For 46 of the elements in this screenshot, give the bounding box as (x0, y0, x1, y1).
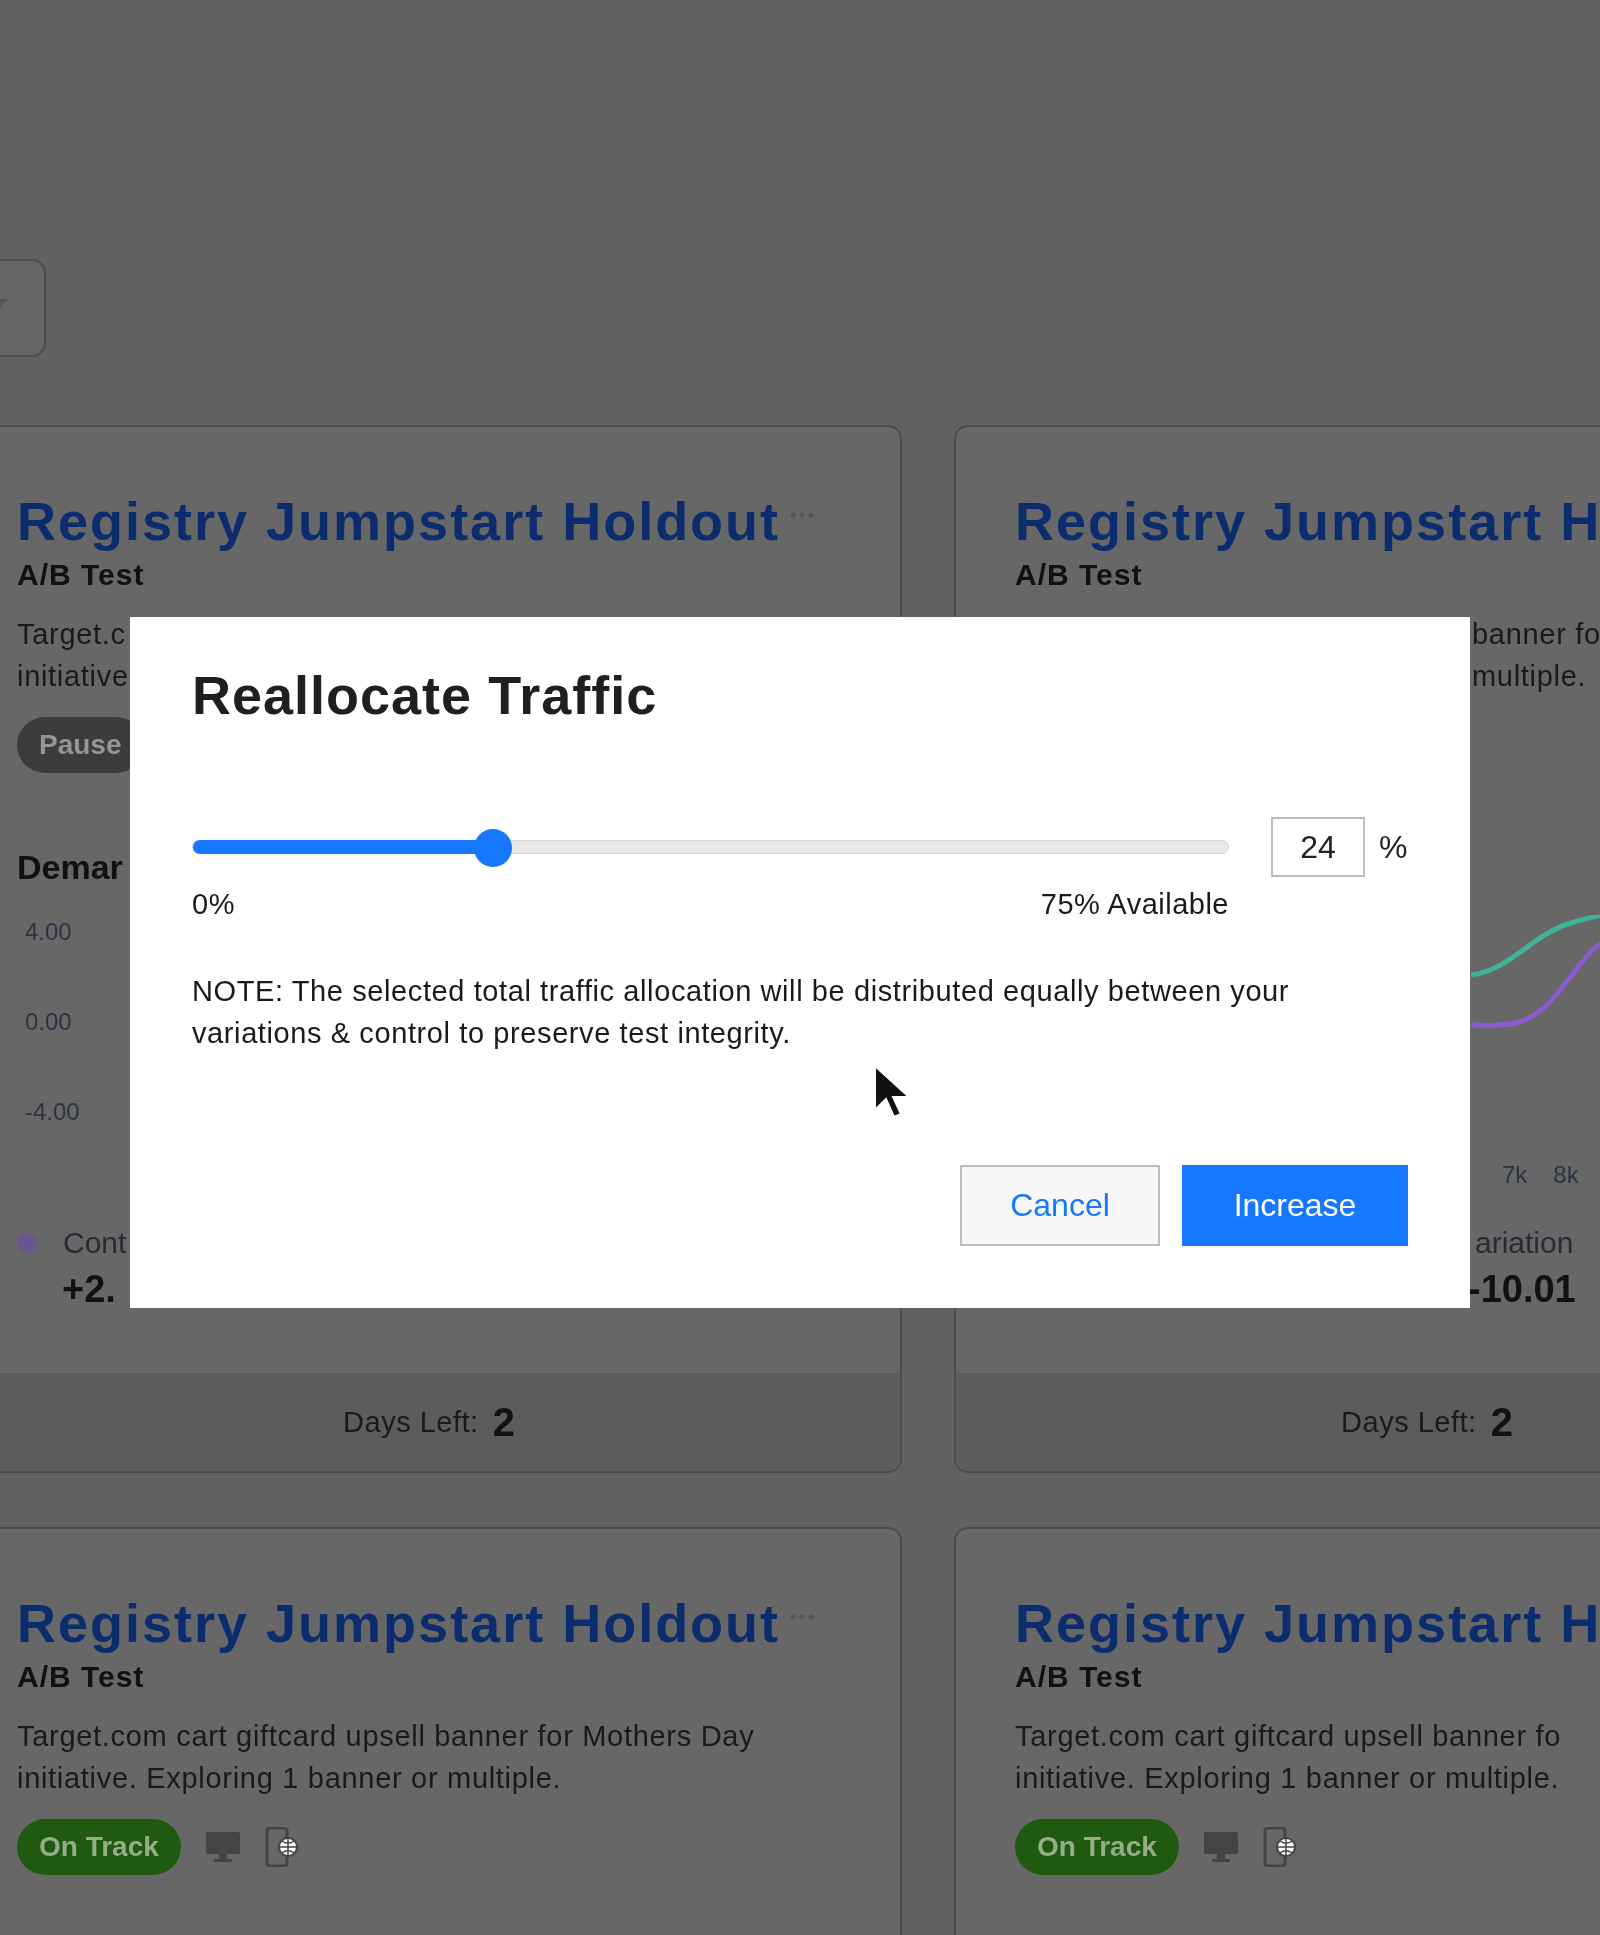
section-heading: Demar (17, 847, 123, 887)
desktop-icon (1202, 1831, 1239, 1863)
card-description: initiative (17, 659, 129, 694)
slider-thumb[interactable] (474, 829, 513, 867)
status-pill: On Track (17, 1819, 181, 1875)
note-text: NOTE: The selected total traffic allocation will be distributed equally between your variations & control to preserve test integrity. (192, 974, 1291, 1051)
days-left-value: 2 (492, 1399, 515, 1445)
metric-value: +2. (61, 1268, 117, 1312)
card-description: initiative. Exploring 1 banner or multiple. (17, 1761, 562, 1796)
legend-label: ariation (1475, 1226, 1574, 1260)
slider-track[interactable] (192, 828, 1229, 866)
card-description: banner fo (1472, 617, 1600, 652)
card-description: Target.com cart giftcard upsell banner for Mothers Day (17, 1719, 755, 1754)
y-axis-label: 4.00 (25, 917, 73, 947)
card-description: initiative. Exploring 1 banner or multiple. (1015, 1761, 1560, 1796)
card-title[interactable]: Registry Jumpstart Holdout (17, 1594, 781, 1652)
mobile-globe-icon (1262, 1827, 1297, 1867)
desktop-icon (204, 1831, 241, 1863)
status-pill: On Track (1015, 1819, 1179, 1875)
card-description: Target.com cart giftcard upsell banner fo (1015, 1719, 1562, 1754)
percent-input[interactable]: 24 (1271, 817, 1365, 877)
mobile-globe-icon (264, 1827, 299, 1867)
card-title[interactable]: Registry Jumpstart H (1015, 492, 1600, 550)
test-type: A/B Test (17, 1659, 146, 1695)
days-left-value: 2 (1490, 1399, 1513, 1445)
test-type: A/B Test (1015, 1659, 1144, 1695)
percent-unit: % (1379, 828, 1408, 866)
x-axis-label: 7k (1502, 1161, 1528, 1189)
increase-button[interactable]: Increase (1182, 1165, 1408, 1246)
card-title[interactable]: Registry Jumpstart H (1015, 1594, 1600, 1652)
days-left-label: Days Left: (343, 1405, 479, 1439)
y-axis-label: 0.00 (25, 1007, 73, 1037)
card-title[interactable]: Registry Jumpstart Holdout (17, 492, 781, 550)
slider-max-label: 75% Available (1040, 887, 1229, 922)
card-description: multiple. (1472, 659, 1587, 694)
days-left-label: Days Left: (1341, 1405, 1477, 1439)
slider-min-label: 0% (192, 887, 235, 922)
test-type: A/B Test (1015, 557, 1144, 593)
dialog-title: Reallocate Traffic (192, 664, 659, 726)
test-type: A/B Test (17, 557, 146, 593)
metric-value: -10.01 (1467, 1268, 1577, 1312)
cancel-button[interactable]: Cancel (960, 1165, 1160, 1246)
card-description: Target.c (17, 617, 126, 652)
x-axis-label: 8k (1553, 1161, 1579, 1189)
legend-label: Cont (63, 1226, 127, 1260)
y-axis-label: -4.00 (25, 1097, 80, 1127)
